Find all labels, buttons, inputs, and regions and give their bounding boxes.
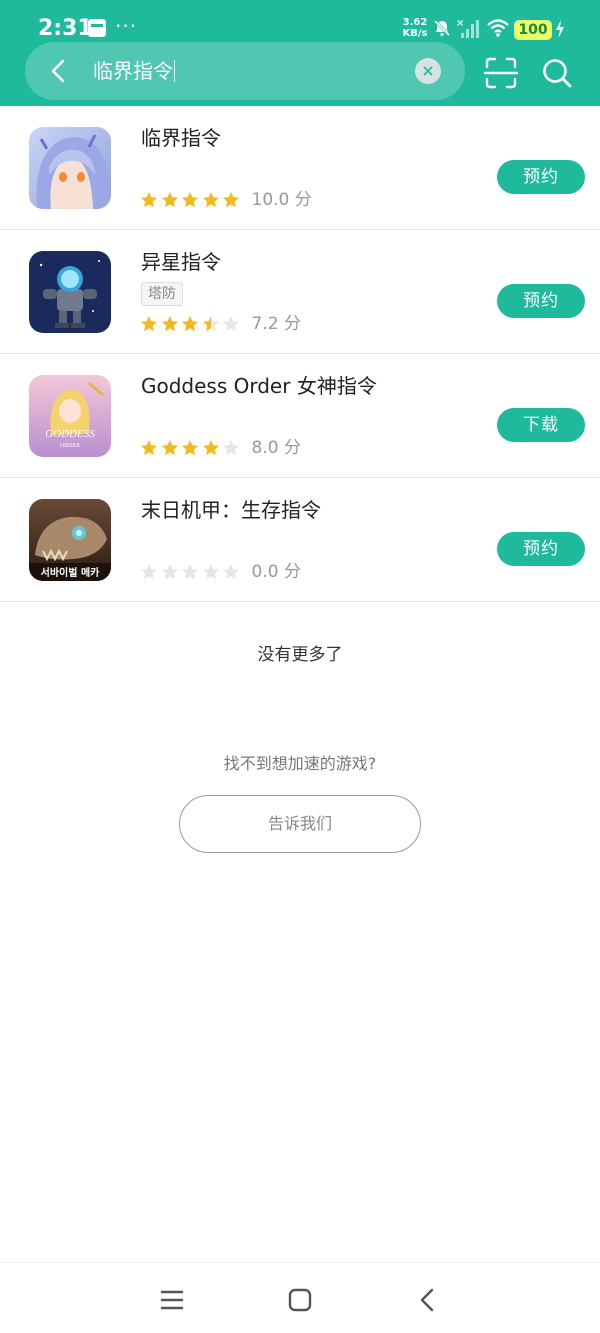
star-filled-icon — [141, 316, 157, 332]
star-filled-icon — [223, 192, 239, 208]
back-arrow-icon[interactable] — [45, 57, 73, 85]
search-input[interactable]: 临界指令 — [93, 57, 175, 85]
icon-logo-text-1: 서바이벌 메카 — [41, 566, 100, 579]
status-time: 2:31 — [38, 16, 93, 41]
star-empty-icon — [223, 564, 239, 580]
network-speed: 3.62 KB/s — [400, 17, 430, 39]
system-navigation-bar — [0, 1262, 600, 1333]
svg-text:×: × — [456, 18, 464, 29]
star-filled-icon — [202, 440, 219, 456]
star-empty-icon — [182, 564, 198, 580]
network-speed-value: 3.62 — [402, 17, 428, 28]
bell-muted-icon — [433, 19, 451, 37]
more-notifications-icon: ··· — [115, 14, 138, 38]
game-name: Goddess Order 女神指令 — [141, 374, 377, 398]
star-filled-icon — [141, 440, 157, 456]
game-name: 末日机甲：生存指令 — [141, 498, 321, 522]
search-box[interactable]: 临界指令 — [25, 42, 465, 100]
icon-logo-text-1: GODDESS — [45, 428, 95, 440]
star-rating — [140, 191, 243, 209]
wallet-notification-icon — [88, 19, 106, 37]
dinosaur-skull-icon: 서바이벌 메카 — [29, 499, 111, 581]
game-score: 7.2 分 — [251, 314, 301, 334]
game-rating: 8.0 分 — [140, 436, 301, 460]
game-score: 0.0 分 — [251, 562, 301, 582]
star-half-icon — [202, 316, 219, 332]
back-nav-icon[interactable] — [413, 1285, 443, 1315]
game-row[interactable]: 临界指令 10.0 分 预约 — [0, 106, 600, 230]
reserve-button[interactable]: 预约 — [497, 160, 585, 194]
download-button[interactable]: 下载 — [497, 408, 585, 442]
network-speed-unit: KB/s — [402, 28, 428, 39]
scan-icon[interactable] — [484, 56, 518, 90]
goddess-order-icon: GODDESS ORDER — [29, 375, 111, 457]
star-empty-icon — [223, 440, 239, 456]
text-cursor — [174, 60, 175, 82]
star-rating — [140, 563, 243, 581]
reserve-button[interactable]: 预约 — [497, 532, 585, 566]
tell-us-button[interactable]: 告诉我们 — [179, 795, 421, 853]
game-row[interactable]: 异星指令 塔防 7.2 分 预约 — [0, 230, 600, 354]
game-score: 8.0 分 — [251, 438, 301, 458]
anime-girl-icon — [29, 127, 111, 209]
clear-search-icon[interactable] — [415, 58, 441, 84]
star-rating — [140, 439, 243, 457]
star-filled-icon — [161, 440, 178, 456]
game-row[interactable]: 서바이벌 메카 末日机甲：生存指令 0.0 分 预约 — [0, 478, 600, 602]
search-query-text: 临界指令 — [93, 59, 173, 83]
star-filled-icon — [141, 192, 157, 208]
star-filled-icon — [161, 192, 178, 208]
game-name: 临界指令 — [141, 126, 221, 150]
star-rating — [140, 315, 243, 333]
robot-mech-icon — [29, 251, 111, 333]
icon-logo-text-2: ORDER — [60, 443, 80, 449]
game-name: 异星指令 — [141, 250, 221, 274]
reserve-button[interactable]: 预约 — [497, 284, 585, 318]
signal-icon: × — [456, 18, 479, 38]
app-header: 2:31 ··· 3.62 KB/s × 100 临界指令 — [0, 0, 600, 106]
genre-tag: 塔防 — [141, 282, 183, 306]
star-filled-icon — [182, 440, 198, 456]
home-icon[interactable] — [285, 1285, 315, 1315]
search-results-list: 临界指令 10.0 分 预约 异星指令 塔防 7.2 分 预约 GODDESS … — [0, 106, 600, 602]
cant-find-game-text: 找不到想加速的游戏? — [223, 754, 377, 773]
game-rating: 10.0 分 — [140, 188, 312, 212]
search-icon[interactable] — [540, 56, 574, 90]
charging-icon — [556, 20, 564, 38]
star-filled-icon — [161, 316, 178, 332]
star-empty-icon — [141, 564, 157, 580]
game-rating: 7.2 分 — [140, 312, 301, 336]
battery-indicator: 100 — [514, 20, 552, 40]
star-empty-icon — [202, 564, 219, 580]
star-filled-icon — [202, 192, 219, 208]
game-score: 10.0 分 — [251, 190, 312, 210]
status-bar: 2:31 ··· 3.62 KB/s × 100 — [0, 0, 600, 41]
star-filled-icon — [182, 192, 198, 208]
wifi-icon — [487, 19, 509, 37]
no-more-results-text: 没有更多了 — [257, 645, 343, 665]
star-empty-icon — [161, 564, 178, 580]
game-row[interactable]: GODDESS ORDER Goddess Order 女神指令 8.0 分 下… — [0, 354, 600, 478]
game-rating: 0.0 分 — [140, 560, 301, 584]
star-filled-icon — [182, 316, 198, 332]
recent-apps-icon[interactable] — [157, 1285, 187, 1315]
star-empty-icon — [223, 316, 239, 332]
